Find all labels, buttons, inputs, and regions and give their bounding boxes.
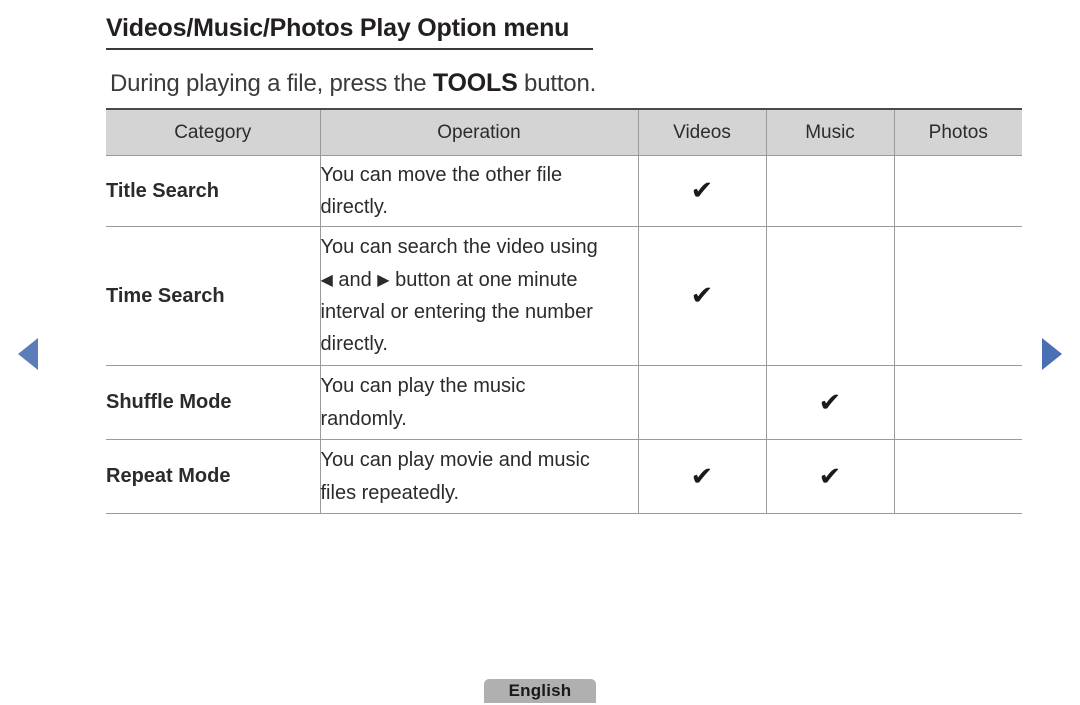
title-underline bbox=[106, 47, 593, 50]
play-option-table: Category Operation Videos Music Photos T… bbox=[106, 108, 1022, 514]
operation-line: directly. bbox=[320, 333, 388, 356]
check-icon: ✔ bbox=[818, 460, 842, 491]
next-page-arrow-icon[interactable] bbox=[1042, 338, 1062, 370]
operation-line: ◀ and ▶ button at one minute bbox=[320, 268, 578, 291]
cell-videos-title-search: ✔ bbox=[637, 155, 767, 227]
title-block: Videos/Music/Photos Play Option menu bbox=[106, 14, 593, 50]
operation-line: randomly. bbox=[320, 407, 407, 430]
table-row: Repeat Mode You can play movie and music… bbox=[106, 439, 1022, 514]
column-header-category: Category bbox=[106, 108, 321, 156]
play-option-table-wrap: Category Operation Videos Music Photos T… bbox=[106, 108, 1022, 514]
operation-line: You can move the other file bbox=[320, 163, 563, 186]
subtitle-text-after: button. bbox=[517, 70, 597, 97]
language-badge[interactable]: English bbox=[484, 679, 596, 703]
column-header-videos: Videos bbox=[637, 108, 767, 156]
tools-button-emphasis: TOOLS bbox=[432, 69, 518, 97]
cell-operation-time-search: You can search the video using ◀ and ▶ b… bbox=[319, 226, 639, 366]
cell-videos-shuffle-mode bbox=[637, 365, 767, 440]
cell-music-time-search bbox=[765, 226, 895, 366]
table-row: Time Search You can search the video usi… bbox=[106, 226, 1022, 366]
operation-line: You can play movie and music bbox=[320, 449, 590, 472]
cell-music-title-search bbox=[765, 155, 895, 227]
column-header-music: Music bbox=[765, 108, 895, 156]
cell-operation-repeat-mode: You can play movie and music files repea… bbox=[319, 439, 639, 514]
cell-category-time-search: Time Search bbox=[106, 226, 321, 366]
cell-music-repeat-mode: ✔ bbox=[765, 439, 895, 514]
manual-page: Videos/Music/Photos Play Option menu Dur… bbox=[0, 0, 1080, 705]
cell-category-title-search: Title Search bbox=[106, 155, 321, 227]
column-header-operation: Operation bbox=[319, 108, 639, 156]
column-header-photos: Photos bbox=[893, 108, 1022, 156]
cell-photos-title-search bbox=[893, 155, 1022, 227]
cell-category-shuffle-mode: Shuffle Mode bbox=[106, 365, 321, 440]
cell-photos-time-search bbox=[893, 226, 1022, 366]
cell-photos-shuffle-mode bbox=[893, 365, 1022, 440]
cell-operation-title-search: You can move the other file directly. bbox=[319, 155, 639, 227]
operation-line: You can play the music bbox=[320, 375, 526, 398]
check-icon: ✔ bbox=[690, 460, 714, 491]
table-row: Title Search You can move the other file… bbox=[106, 155, 1022, 227]
cell-music-shuffle-mode: ✔ bbox=[765, 365, 895, 440]
subtitle-instruction: During playing a file, press the TOOLS b… bbox=[110, 69, 596, 98]
cell-videos-repeat-mode: ✔ bbox=[637, 439, 767, 514]
table-row: Shuffle Mode You can play the music rand… bbox=[106, 365, 1022, 440]
page-title: Videos/Music/Photos Play Option menu bbox=[106, 14, 570, 42]
cell-operation-shuffle-mode: You can play the music randomly. bbox=[319, 365, 639, 440]
cell-category-repeat-mode: Repeat Mode bbox=[106, 439, 321, 514]
cell-videos-time-search: ✔ bbox=[637, 226, 767, 366]
cell-photos-repeat-mode bbox=[893, 439, 1022, 514]
operation-line: You can search the video using bbox=[320, 236, 598, 259]
direction-arrow-icon: ▶ bbox=[377, 271, 390, 289]
subtitle-text-before: During playing a file, press the bbox=[110, 70, 433, 97]
operation-line: interval or entering the number bbox=[320, 301, 593, 323]
check-icon: ✔ bbox=[818, 386, 842, 417]
direction-arrow-icon: ◀ bbox=[320, 271, 333, 289]
check-icon: ✔ bbox=[690, 280, 714, 310]
operation-line: directly. bbox=[320, 196, 388, 218]
table-header-row: Category Operation Videos Music Photos bbox=[106, 108, 1022, 156]
check-icon: ✔ bbox=[690, 175, 714, 205]
previous-page-arrow-icon[interactable] bbox=[18, 338, 38, 370]
operation-line: files repeatedly. bbox=[320, 481, 460, 504]
